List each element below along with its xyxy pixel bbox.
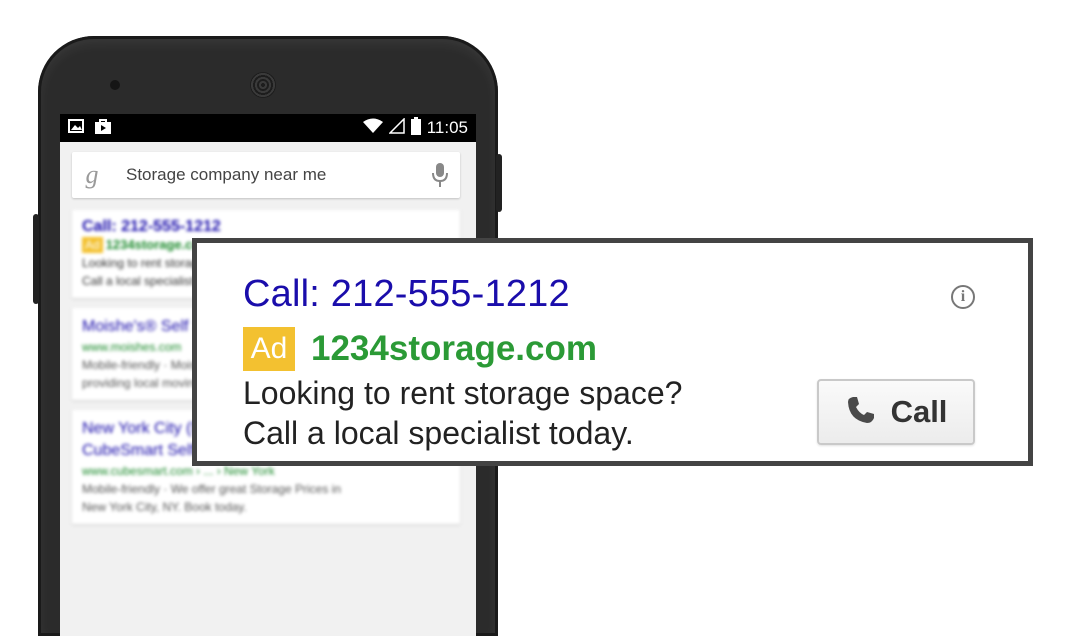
power-button (496, 154, 502, 212)
front-camera (110, 80, 120, 90)
wifi-icon (362, 118, 383, 139)
image-icon (68, 118, 84, 138)
result-description: New York City, NY. Book today. (82, 500, 247, 514)
ad-description-line: Looking to rent storage space? (243, 375, 683, 411)
ad-description-line: Call a local specialist today. (243, 415, 634, 451)
call-button-label: Call (890, 394, 948, 429)
battery-icon (410, 116, 421, 140)
volume-button (33, 214, 39, 304)
search-input[interactable]: Storage company near me (112, 165, 420, 185)
microphone-icon[interactable] (420, 162, 460, 188)
status-time: 11:05 (426, 118, 468, 137)
status-bar: 11:05 (60, 114, 476, 142)
phone-icon (845, 394, 877, 431)
call-button[interactable]: Call (817, 379, 975, 445)
ad-display-url[interactable]: 1234storage.com (311, 327, 597, 371)
mini-ad-badge: Ad (82, 237, 103, 253)
ad-callout: Call: 212-555-1212 i Ad 1234storage.com … (192, 238, 1033, 466)
store-icon (94, 118, 112, 139)
ad-badge: Ad (243, 327, 295, 371)
earpiece-speaker (250, 72, 276, 98)
result-description: Mobile-friendly · We offer great Storage… (82, 482, 342, 496)
info-icon[interactable]: i (951, 285, 975, 309)
ad-call-link[interactable]: Call: 212-555-1212 (243, 273, 570, 316)
mini-ad-call-link[interactable]: Call: 212-555-1212 (82, 218, 450, 236)
signal-icon (387, 116, 405, 139)
google-logo: g (85, 160, 99, 189)
search-bar[interactable]: g Storage company near me (72, 152, 460, 198)
